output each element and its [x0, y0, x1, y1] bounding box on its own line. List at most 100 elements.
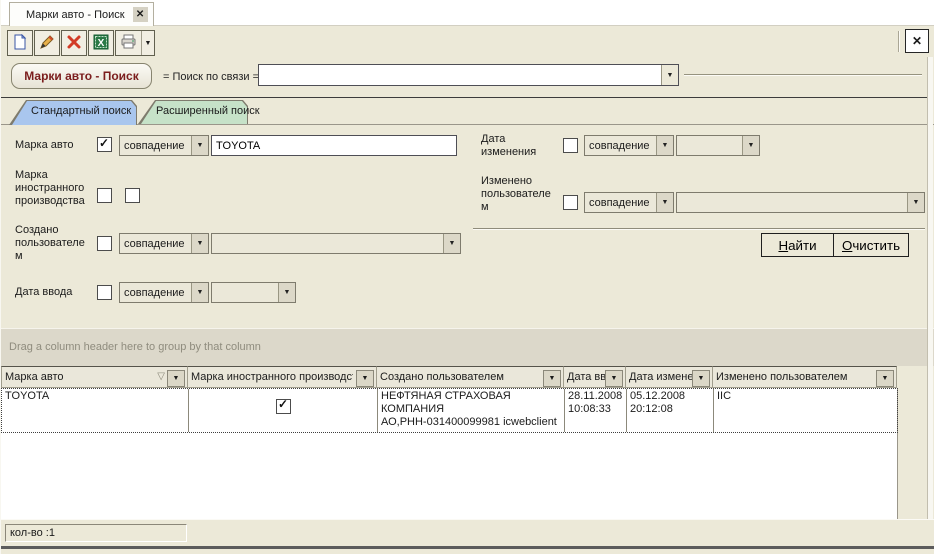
record-count-label: кол-во :1 [10, 527, 55, 539]
toolbar: X ▼ ✕ [1, 26, 934, 57]
date-modified-condition-value: совпадение [585, 136, 656, 155]
new-record-button[interactable] [7, 30, 33, 56]
column-header-brand-label: Марка авто [5, 371, 64, 383]
edit-pencil-icon [39, 34, 55, 53]
column-header-modified-by-label: Изменено пользователем [716, 371, 847, 383]
document-tab-title: Марки авто - Поиск [26, 9, 125, 21]
view-title-label: Марки авто - Поиск [24, 69, 138, 83]
column-header-date-modified[interactable]: Дата измене ▼ [626, 366, 713, 388]
document-tab[interactable]: Марки авто - Поиск ✕ [9, 2, 154, 26]
row-cell-date-entry[interactable]: 28.11.2008 10:08:33 [565, 389, 627, 432]
tab-close-icon[interactable]: ✕ [133, 7, 148, 22]
status-bar: кол-во :1 [1, 519, 934, 546]
record-count-box: кол-во :1 [5, 524, 187, 542]
filter-dropdown-icon[interactable]: ▼ [876, 370, 894, 387]
filter-dropdown-icon[interactable]: ▼ [167, 370, 185, 387]
relation-search-combo[interactable]: ▼ [258, 64, 679, 86]
header-groove-line [684, 74, 922, 76]
column-header-modified-by[interactable]: Изменено пользователем ▼ [713, 366, 897, 388]
print-button[interactable] [116, 31, 142, 55]
export-excel-button[interactable]: X [88, 30, 114, 56]
chevron-down-icon[interactable]: ▼ [907, 193, 924, 212]
filter-dropdown-icon[interactable]: ▼ [605, 370, 623, 387]
date-entry-condition-combo[interactable]: совпадение ▼ [119, 282, 209, 303]
date-entry-checkbox[interactable] [97, 285, 112, 300]
date-modified-label: Дата изменения [481, 133, 536, 159]
row-cell-foreign[interactable] [189, 389, 378, 432]
row-cell-modified-by[interactable]: IIC [714, 389, 897, 432]
modified-by-value [677, 193, 907, 212]
column-header-brand[interactable]: Марка авто ▽ ▼ [1, 366, 188, 388]
created-by-checkbox[interactable] [97, 236, 112, 251]
tab-advanced-search[interactable]: Расширенный поиск [138, 100, 248, 124]
clear-button[interactable]: Очистить [833, 233, 909, 257]
column-header-created-by[interactable]: Создано пользователем ▼ [377, 366, 564, 388]
document-tabbar: Марки авто - Поиск ✕ [1, 0, 934, 26]
modified-by-label: Изменено пользователе м [481, 175, 551, 214]
created-by-condition-combo[interactable]: совпадение ▼ [119, 233, 209, 254]
row-cell-brand[interactable]: TOYOTA [2, 389, 189, 432]
tab-standard-search[interactable]: Стандартный поиск [9, 100, 137, 125]
row-foreign-checkbox[interactable] [276, 399, 291, 414]
modified-by-checkbox[interactable] [563, 195, 578, 210]
print-dropdown-arrow[interactable]: ▼ [142, 31, 154, 55]
date-entry-value [212, 283, 278, 302]
chevron-down-icon[interactable]: ▼ [191, 283, 208, 302]
column-header-foreign-label: Марка иностранного производст [191, 371, 353, 383]
chevron-down-icon[interactable]: ▼ [443, 234, 460, 253]
date-modified-checkbox[interactable] [563, 138, 578, 153]
modified-by-condition-combo[interactable]: совпадение ▼ [584, 192, 674, 213]
column-header-date-entry[interactable]: Дата вв ▼ [564, 366, 626, 388]
sort-ascending-icon: ▽ [157, 371, 165, 382]
table-row[interactable]: TOYOTA НЕФТЯНАЯ СТРАХОВАЯ КОМПАНИЯ АО,РН… [1, 388, 898, 433]
relation-search-label: = Поиск по связи = [163, 71, 259, 83]
svg-text:X: X [98, 38, 105, 49]
brand-condition-combo[interactable]: совпадение ▼ [119, 135, 209, 156]
column-header-created-by-label: Создано пользователем [380, 371, 504, 383]
brand-value-input[interactable] [211, 135, 457, 156]
brand-label: Марка авто [15, 139, 74, 152]
tab-advanced-label: Расширенный поиск [156, 105, 260, 117]
edit-record-button[interactable] [34, 30, 60, 56]
foreign-brand-label: Марка иностранного производства [15, 169, 85, 208]
date-modified-value-combo[interactable]: ▼ [676, 135, 760, 156]
created-by-label: Создано пользователе м [15, 224, 85, 263]
filter-dropdown-icon[interactable]: ▼ [543, 370, 561, 387]
app-window: Марки авто - Поиск ✕ X [0, 0, 934, 554]
delete-x-icon [66, 34, 82, 53]
modified-by-value-combo[interactable]: ▼ [676, 192, 925, 213]
foreign-brand-value-checkbox[interactable] [125, 188, 140, 203]
foreign-brand-checkbox[interactable] [97, 188, 112, 203]
chevron-down-icon[interactable]: ▼ [656, 136, 673, 155]
group-by-hint: Drag a column header here to group by th… [9, 341, 261, 353]
column-header-foreign[interactable]: Марка иностранного производст ▼ [188, 366, 377, 388]
filter-dropdown-icon[interactable]: ▼ [692, 370, 710, 387]
row-cell-created-by[interactable]: НЕФТЯНАЯ СТРАХОВАЯ КОМПАНИЯ АО,РНН-03140… [378, 389, 565, 432]
tab-standard-label: Стандартный поиск [31, 105, 131, 117]
column-header-date-modified-label: Дата измене [629, 371, 693, 383]
brand-checkbox[interactable] [97, 137, 112, 152]
date-entry-value-combo[interactable]: ▼ [211, 282, 296, 303]
date-entry-label: Дата ввода [15, 286, 72, 299]
created-by-value-combo[interactable]: ▼ [211, 233, 461, 254]
delete-record-button[interactable] [61, 30, 87, 56]
header-separator-line [1, 97, 929, 98]
chevron-down-icon[interactable]: ▼ [278, 283, 295, 302]
relation-search-value [259, 65, 661, 85]
find-button[interactable]: Найти [761, 233, 834, 257]
chevron-down-icon[interactable]: ▼ [191, 136, 208, 155]
chevron-down-icon[interactable]: ▼ [656, 193, 673, 212]
created-by-value [212, 234, 443, 253]
chevron-down-icon[interactable]: ▼ [191, 234, 208, 253]
chevron-down-icon[interactable]: ▼ [661, 65, 678, 85]
modified-by-condition-value: совпадение [585, 193, 656, 212]
row-cell-date-modified[interactable]: 05.12.2008 20:12:08 [627, 389, 714, 432]
filter-dropdown-icon[interactable]: ▼ [356, 370, 374, 387]
group-by-band[interactable]: Drag a column header here to group by th… [1, 328, 934, 366]
date-modified-condition-combo[interactable]: совпадение ▼ [584, 135, 674, 156]
chevron-down-icon[interactable]: ▼ [742, 136, 759, 155]
form-panel-top-border [1, 124, 934, 125]
export-excel-icon: X [93, 34, 109, 53]
view-title-button[interactable]: Марки авто - Поиск [11, 63, 152, 89]
close-view-button[interactable]: ✕ [905, 29, 929, 53]
